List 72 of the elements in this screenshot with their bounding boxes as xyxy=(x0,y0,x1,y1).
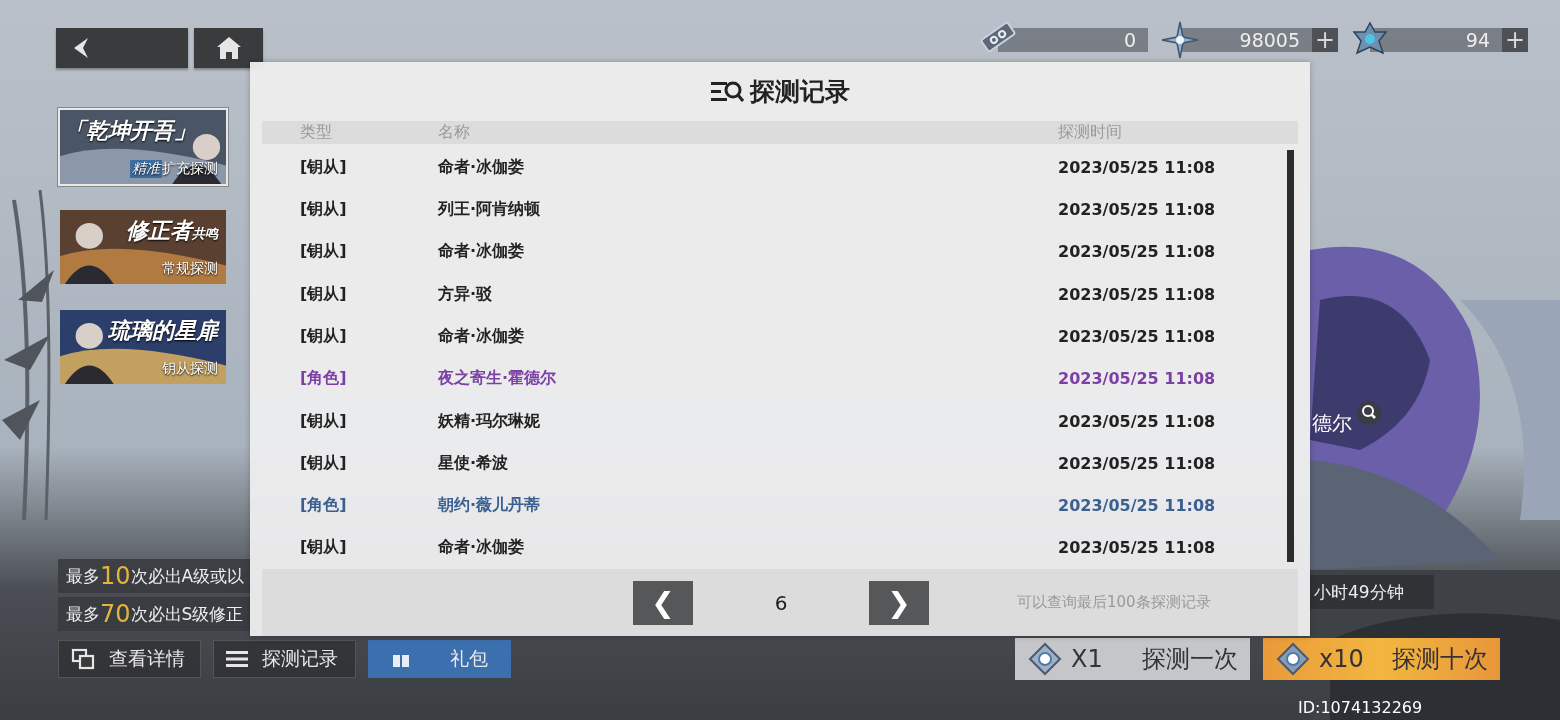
draw-once-button[interactable]: X1 探测一次 xyxy=(1015,638,1250,680)
record-time: 2023/05/25 11:08 xyxy=(1058,369,1217,389)
pity-hint: 最多 10次必出A级或以 xyxy=(58,559,250,593)
diamond-icon xyxy=(1275,641,1311,677)
currency-amount: 0 xyxy=(998,28,1148,52)
previous-page-button[interactable]: ❮ xyxy=(633,580,693,625)
records-button[interactable]: 探测记录 xyxy=(213,640,356,678)
details-button[interactable]: 查看详情 xyxy=(58,640,201,678)
banner-title: 「乾坤开吾」 xyxy=(64,117,196,145)
column-header: 探测时间 xyxy=(1058,122,1123,144)
record-type: [钥从] xyxy=(300,537,348,559)
record-type: [角色] xyxy=(300,495,348,517)
record-name: 命者·冰伽娄 xyxy=(438,156,526,178)
record-name: 方异·驳 xyxy=(438,283,494,305)
windows-icon xyxy=(71,648,95,670)
record-time: 2023/05/25 11:08 xyxy=(1058,453,1217,473)
banner-subtitle: 常规探测 xyxy=(162,260,218,278)
dialog-title: 探测记录 xyxy=(750,76,850,109)
column-header: 名称 xyxy=(438,122,471,144)
countdown-timer: 小时49分钟 xyxy=(1310,575,1434,609)
record-type: [钥从] xyxy=(300,452,348,474)
next-page-button[interactable]: ❯ xyxy=(869,580,929,625)
record-name: 夜之寄生·霍德尔 xyxy=(438,368,558,390)
record-limit-note: 可以查询最后100条探测记录 xyxy=(1017,593,1211,613)
add-button[interactable]: + xyxy=(1502,28,1528,52)
record-time: 2023/05/25 11:08 xyxy=(1058,157,1217,177)
record-name: 列王·阿肯纳顿 xyxy=(438,199,542,221)
record-name: 命者·冰伽娄 xyxy=(438,241,526,263)
banner-tab[interactable]: 「乾坤开吾」 精准扩充探测 xyxy=(58,108,228,186)
back-icon xyxy=(72,37,90,59)
record-name: 命者·冰伽娄 xyxy=(438,537,526,559)
record-time: 2023/05/25 11:08 xyxy=(1058,200,1217,220)
diamond-icon xyxy=(1027,641,1063,677)
draw-ten-button[interactable]: x10 探测十次 xyxy=(1263,638,1500,680)
record-time: 2023/05/25 11:08 xyxy=(1058,496,1217,516)
record-type: [钥从] xyxy=(300,283,348,305)
currency-amount: 98005 xyxy=(1180,28,1312,52)
record-time: 2023/05/25 11:08 xyxy=(1058,242,1217,262)
currency-amount: 94 xyxy=(1370,28,1502,52)
record-name: 妖精·玛尔琳妮 xyxy=(438,410,542,432)
banner-tab[interactable]: 修正者共鸣 常规探测 xyxy=(58,208,228,286)
featured-name: 德尔 xyxy=(1312,410,1352,437)
user-id: ID:1074132269 xyxy=(1298,698,1423,717)
banner-title: 琉璃的星扉 xyxy=(108,317,218,345)
record-type: [钥从] xyxy=(300,199,348,221)
gift-button[interactable]: 礼包 xyxy=(368,640,511,678)
record-type: [角色] xyxy=(300,368,348,390)
record-name: 命者·冰伽娄 xyxy=(438,326,526,347)
record-time: 2023/05/25 11:08 xyxy=(1058,538,1217,558)
home-icon xyxy=(215,36,242,60)
home-button[interactable] xyxy=(194,28,263,68)
banner-subtitle: 扩充探测 xyxy=(162,160,218,178)
record-name: 朝约·薇儿丹蒂 xyxy=(438,495,542,517)
record-type: [钥从] xyxy=(300,410,348,432)
record-type: [钥从] xyxy=(300,156,348,178)
column-header: 类型 xyxy=(300,122,333,144)
record-type: [钥从] xyxy=(300,241,348,263)
record-time: 2023/05/25 11:08 xyxy=(1058,327,1217,346)
record-time: 2023/05/25 11:08 xyxy=(1058,284,1217,304)
search-icon[interactable] xyxy=(1356,399,1382,426)
add-button[interactable]: + xyxy=(1312,28,1338,52)
banner-tab[interactable]: 琉璃的星扉 钥从探测 xyxy=(58,308,228,386)
pity-hint: 最多 70次必出S级修正 xyxy=(58,597,250,631)
record-name: 星使·希波 xyxy=(438,452,510,474)
record-type: [钥从] xyxy=(300,326,348,347)
record-time: 2023/05/25 11:08 xyxy=(1058,411,1217,431)
page-number: 6 xyxy=(773,590,789,615)
banner-tag: 精准 xyxy=(130,160,162,178)
menu-icon xyxy=(226,650,248,668)
banner-subtitle: 钥从探测 xyxy=(162,360,218,378)
banner-title: 修正者共鸣 xyxy=(126,217,218,245)
scrollbar[interactable] xyxy=(1287,150,1294,563)
